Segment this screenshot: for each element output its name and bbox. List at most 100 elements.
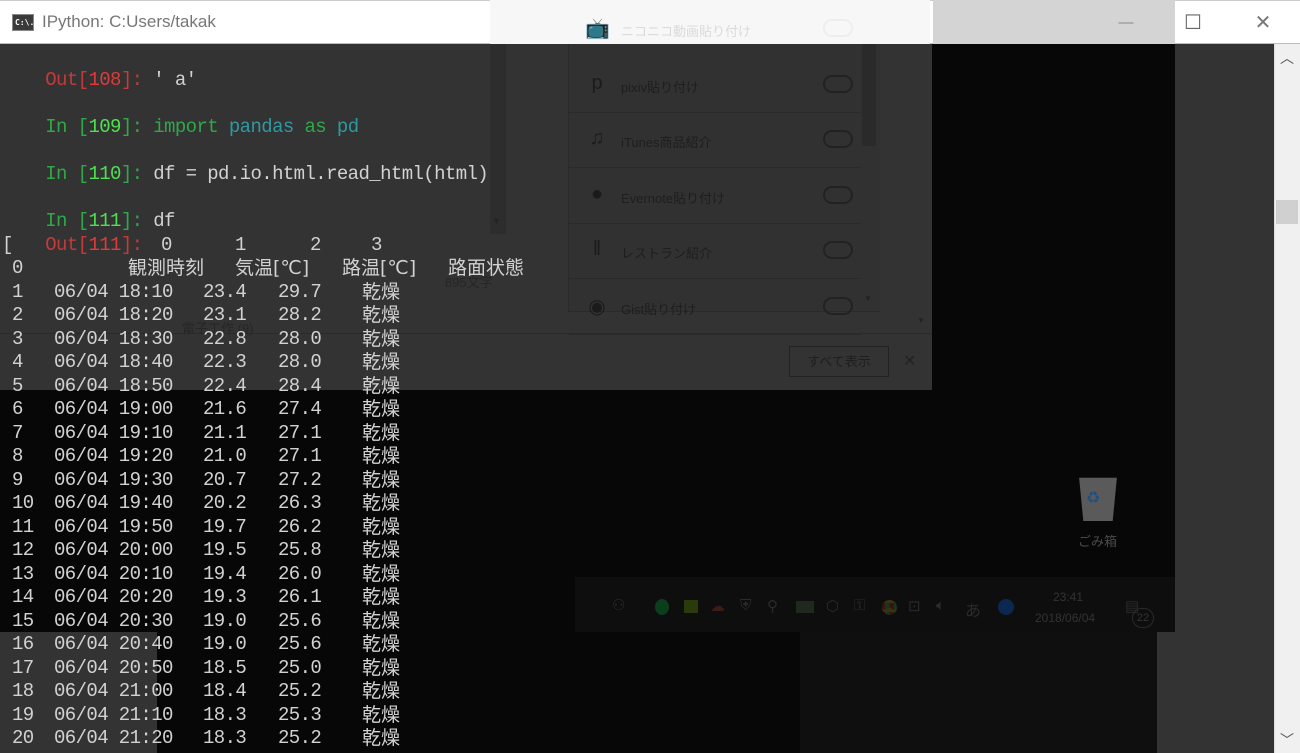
road-temperature: 25.2 xyxy=(278,727,322,749)
browser-panel-item[interactable]: ♫ iTunes商品紹介 xyxy=(569,113,861,168)
people-icon[interactable]: ⚇ xyxy=(612,596,625,614)
browser-outer-down-arrow[interactable]: ▼ xyxy=(917,316,925,325)
column-index: 3 xyxy=(371,233,382,256)
clock-date[interactable]: 2018/06/04 xyxy=(1035,611,1095,625)
table-row: 19 06/04 21:10 18.3 25.3 乾燥 xyxy=(2,704,502,728)
scroll-up-arrow[interactable]: ︿ xyxy=(1280,48,1294,68)
header-cell: 気温[℃] xyxy=(235,257,310,279)
road-condition: 乾燥 xyxy=(362,633,401,655)
cortana-icon[interactable] xyxy=(998,599,1014,615)
close-button[interactable]: ✕ xyxy=(1230,0,1296,44)
ime-indicator[interactable]: あ xyxy=(965,597,981,621)
observation-time: 06/04 21:10 xyxy=(54,703,173,726)
row-index: 14 xyxy=(12,586,34,608)
nvidia-icon[interactable] xyxy=(684,600,698,613)
toggle-switch[interactable] xyxy=(823,74,853,93)
clock-time[interactable]: 23:41 xyxy=(1053,590,1083,604)
road-condition: 乾燥 xyxy=(362,445,401,467)
toggle-switch[interactable] xyxy=(823,241,853,259)
road-condition: 乾燥 xyxy=(362,327,401,350)
column-index: 2 xyxy=(310,233,321,256)
air-temperature: 22.3 xyxy=(203,351,247,373)
evernote-tray-icon[interactable] xyxy=(655,599,669,615)
table-row: 15 06/04 20:30 19.0 25.6 乾燥 xyxy=(2,610,502,634)
table-row: 18 06/04 21:00 18.4 25.2 乾燥 xyxy=(2,680,502,704)
close-bar-icon[interactable]: ✕ xyxy=(903,351,916,371)
browser-panel-scroll-thumb[interactable] xyxy=(862,44,876,146)
observation-time: 06/04 19:10 xyxy=(54,421,173,444)
toggle-switch[interactable] xyxy=(823,130,853,148)
in-number: 110 xyxy=(88,163,121,185)
satellite-icon[interactable]: ⚲ xyxy=(767,597,778,615)
road-condition: 乾燥 xyxy=(362,492,401,514)
wifi-lock-icon[interactable]: ⚿ xyxy=(854,597,865,614)
air-temperature: 18.3 xyxy=(203,727,247,749)
github-icon: ◉ xyxy=(588,295,606,318)
in-prompt-suffix: ]: xyxy=(120,116,154,138)
shield-check-icon[interactable]: ⛨ xyxy=(740,597,751,614)
road-condition: 乾燥 xyxy=(362,586,401,608)
road-temperature: 25.2 xyxy=(278,680,322,702)
music-note-icon: ♫ xyxy=(589,127,605,149)
keyword-as: as xyxy=(304,116,327,138)
browser-panel-item[interactable]: 📺 ニコニコ動画貼り付け xyxy=(569,2,861,57)
air-temperature: 23.1 xyxy=(203,304,247,326)
table-row: 14 06/04 20:20 19.3 26.1 乾燥 xyxy=(2,586,502,610)
row-index: 15 xyxy=(12,609,34,632)
air-temperature: 21.0 xyxy=(203,445,247,467)
show-all-button[interactable]: すべて表示 xyxy=(789,346,889,377)
road-temperature: 28.0 xyxy=(278,327,322,350)
module-name: pandas xyxy=(228,116,294,138)
column-index-line: [ 0 1 2 3 xyxy=(2,234,502,258)
header-row: 0 観測時刻 気温[℃] 路温[℃] 路面状態 xyxy=(2,257,602,281)
toggle-switch[interactable] xyxy=(823,19,853,37)
road-temperature: 27.1 xyxy=(278,445,322,467)
road-condition: 乾燥 xyxy=(362,609,401,632)
scroll-thumb[interactable] xyxy=(1276,200,1298,224)
road-condition: 乾燥 xyxy=(362,468,401,491)
volume-icon[interactable]: 🔈︎ xyxy=(936,597,945,614)
minimize-button[interactable]: — xyxy=(1093,0,1159,44)
observation-time: 06/04 18:30 xyxy=(54,327,173,350)
road-temperature: 25.6 xyxy=(278,609,322,632)
browser-panel-item[interactable]: ● Evernote貼り付け xyxy=(569,169,861,224)
observation-time: 06/04 18:50 xyxy=(54,374,173,397)
column-index: 0 xyxy=(161,233,172,256)
air-temperature: 21.1 xyxy=(203,421,247,444)
row-index: 2 xyxy=(12,304,23,326)
output-line-108: Out[108]: ' a' xyxy=(2,46,197,91)
input-line-109: In [109]: import pandas as pd xyxy=(2,93,359,138)
table-row: 2 06/04 18:20 23.1 28.2 乾燥 xyxy=(2,304,502,328)
browser-panel-down-arrow[interactable]: ▼ xyxy=(864,294,872,303)
in-prompt: In [ xyxy=(45,163,89,185)
road-condition: 乾燥 xyxy=(362,398,401,420)
column-index: 1 xyxy=(235,233,246,256)
observation-time: 06/04 20:00 xyxy=(54,539,173,561)
check-card-icon[interactable] xyxy=(796,601,814,613)
hexagon-shield-icon[interactable]: ⬡ xyxy=(826,597,839,615)
network-icon[interactable]: ⊡ xyxy=(908,597,921,615)
in-number: 109 xyxy=(88,116,121,138)
scroll-down-arrow[interactable]: ﹀ xyxy=(1280,730,1294,750)
browser-scrollbar-strip xyxy=(490,44,506,234)
chrome-icon[interactable] xyxy=(882,600,897,615)
input-code: df = pd.io.html.read_html(html) xyxy=(153,163,489,185)
recycle-bin-label: ごみ箱 xyxy=(1078,534,1118,549)
observation-time: 06/04 19:30 xyxy=(54,468,173,491)
browser-panel-item-label: pixiv貼り付け xyxy=(621,79,700,95)
browser-panel-item[interactable]: p pixiv貼り付け xyxy=(569,58,861,113)
tv-icon: 📺 xyxy=(585,18,610,40)
browser-panel-item[interactable]: ǁ レストラン紹介 xyxy=(569,224,861,279)
output-line-111: Out[111]: xyxy=(2,210,143,256)
browser-panel-item-label: iTunes商品紹介 xyxy=(621,135,712,150)
observation-time: 06/04 20:20 xyxy=(54,586,173,608)
row-index: 13 xyxy=(12,562,34,585)
maximize-button[interactable]: ☐ xyxy=(1160,0,1226,44)
cloud-warning-icon[interactable]: ☁ xyxy=(710,597,725,615)
table-row: 20 06/04 21:20 18.3 25.2 乾燥 xyxy=(2,727,502,751)
browser-panel-item[interactable]: ◉ Gist貼り付け xyxy=(569,280,861,335)
toggle-switch[interactable] xyxy=(823,296,853,315)
vertical-scrollbar[interactable] xyxy=(1274,44,1300,753)
browser-panel-item-label: Gist貼り付け xyxy=(621,301,697,317)
toggle-switch[interactable] xyxy=(823,185,853,204)
